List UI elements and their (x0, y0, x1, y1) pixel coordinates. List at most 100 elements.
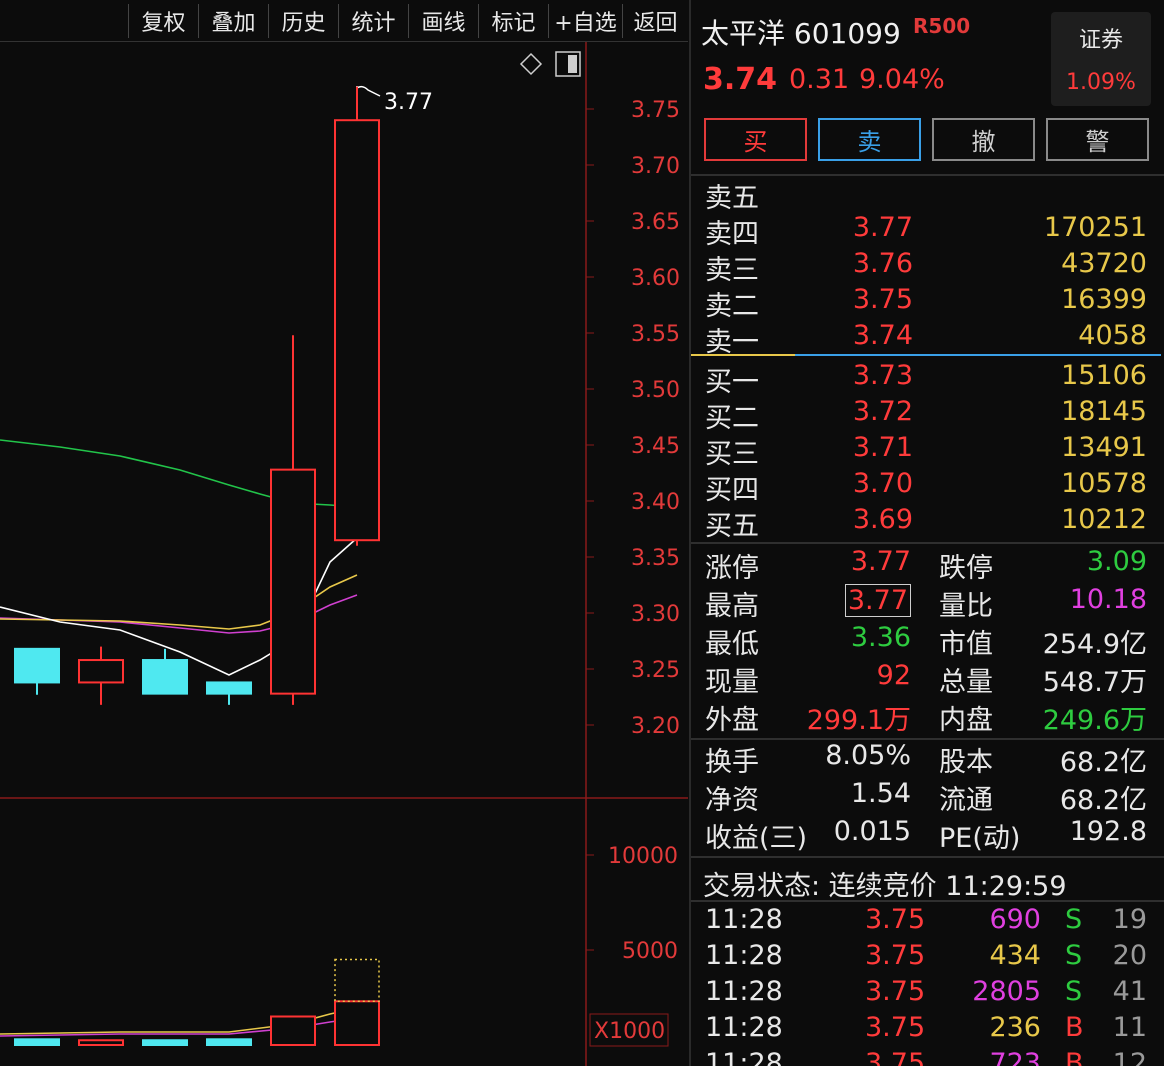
orderbook-price: 3.72 (852, 396, 913, 427)
tick-price: 3.75 (865, 976, 926, 1007)
tick-count: 11 (1112, 1012, 1147, 1043)
price-tick-label: 3.60 (631, 266, 680, 291)
toolbar-draw-button[interactable]: 画线 (408, 4, 478, 38)
buy-button[interactable]: 买 (704, 118, 807, 161)
divider (691, 900, 1164, 902)
panel-toggle-icon-fill (568, 55, 577, 73)
price-tick-label: 3.55 (631, 322, 680, 347)
stat-value: 548.7万 (1042, 667, 1147, 698)
orderbook-volume: 170251 (1043, 212, 1147, 243)
stat-value: 92 (876, 660, 911, 691)
orderbook-sell-row[interactable]: 卖一 3.74 4058 (691, 320, 1161, 358)
stat-value: 10.18 (1069, 584, 1147, 615)
stat-value: 192.8 (1069, 816, 1147, 847)
candle-body (270, 468, 316, 695)
orderbook-buy-row[interactable]: 买五 3.69 10212 (691, 504, 1161, 542)
price-alert-button[interactable]: 警 (1046, 118, 1149, 161)
stat-row: 现量 92 总量 548.7万 (691, 660, 1161, 698)
sector-card[interactable]: 证券 1.09% (1051, 12, 1151, 106)
price-change-pct: 9.04% (859, 64, 945, 95)
spread-divider-bid (691, 354, 795, 356)
stock-badge: R500 (913, 14, 971, 38)
orderbook-volume: 13491 (1061, 432, 1147, 463)
candle-body (334, 119, 380, 542)
orderbook-price: 3.71 (852, 432, 913, 463)
orderbook-sell-row[interactable]: 卖三 3.76 43720 (691, 248, 1161, 286)
stat-value: 0.015 (833, 816, 911, 847)
tick-row: 11:28 3.75 2805 S 41 (691, 976, 1161, 1012)
orderbook-buy-row[interactable]: 买三 3.71 13491 (691, 432, 1161, 470)
orderbook-volume: 15106 (1061, 360, 1147, 391)
peak-price-label: 3.77 (384, 90, 433, 115)
trade-status: 交易状态: 连续竞价 11:29:59 (703, 871, 1067, 902)
orderbook-sell-row[interactable]: 卖四 3.77 170251 (691, 212, 1161, 250)
tick-side: B (1065, 1048, 1084, 1066)
orderbook-price: 3.77 (852, 212, 913, 243)
orderbook-price: 3.70 (852, 468, 913, 499)
stat-label: 外盘 (705, 705, 759, 736)
volume-bar (206, 1038, 252, 1046)
stat-label: 流通 (939, 785, 993, 816)
orderbook-label: 买四 (705, 475, 759, 506)
tick-time: 11:28 (705, 976, 783, 1007)
orderbook-sell-row[interactable]: 卖五 (691, 176, 1161, 214)
volume-unit-label: X1000 (594, 1019, 665, 1044)
orderbook-buy-row[interactable]: 买一 3.73 15106 (691, 360, 1161, 398)
toolbar-mark-button[interactable]: 标记 (478, 4, 548, 38)
toolbar-add-watchlist-button[interactable]: +自选 (548, 4, 622, 38)
stat-label: 量比 (939, 591, 993, 622)
tick-side: S (1065, 940, 1083, 971)
kline-chart[interactable]: 3.77 3.75 3.70 3.65 3.60 3.55 3.50 3.45 3.40 3.3… (0, 42, 688, 1066)
stat-row: 换手 8.05% 股本 68.2亿 (691, 740, 1161, 778)
orderbook-label: 卖二 (705, 291, 759, 322)
stat-value: 299.1万 (806, 705, 911, 736)
orderbook-label: 卖五 (705, 183, 759, 214)
stat-label: 最低 (705, 629, 759, 660)
tick-count: 41 (1112, 976, 1147, 1007)
volume-bar (78, 1039, 124, 1046)
toolbar-overlay-button[interactable]: 叠加 (198, 4, 268, 38)
orderbook-buy-row[interactable]: 买四 3.70 10578 (691, 468, 1161, 506)
orderbook-label: 卖三 (705, 255, 759, 286)
stat-value: 8.05% (825, 740, 911, 771)
stat-value: 249.6万 (1042, 705, 1147, 736)
chart-toolbar: 复权 叠加 历史 统计 画线 标记 +自选 返回 (0, 0, 688, 42)
tick-time: 11:28 (705, 904, 783, 935)
orderbook-price: 3.74 (852, 320, 913, 351)
orderbook-volume: 18145 (1061, 396, 1147, 427)
tick-price: 3.75 (865, 1012, 926, 1043)
stat-value: 254.9亿 (1042, 629, 1147, 660)
tick-volume: 236 (989, 1012, 1041, 1043)
divider (691, 542, 1164, 544)
sell-button[interactable]: 卖 (818, 118, 921, 161)
sector-change-pct: 1.09% (1066, 70, 1136, 95)
tick-price: 3.75 (865, 904, 926, 935)
orderbook-price: 3.73 (852, 360, 913, 391)
stat-label: PE(动) (939, 823, 1021, 854)
kline-chart-area[interactable]: 3.77 3.75 3.70 3.65 3.60 3.55 3.50 3.45 3.40 3.3… (0, 42, 688, 1066)
cancel-order-button[interactable]: 撤 (932, 118, 1035, 161)
tick-count: 20 (1112, 940, 1147, 971)
toolbar-fuquan-button[interactable]: 复权 (128, 4, 198, 38)
tick-time: 11:28 (705, 1048, 783, 1066)
orderbook-sell-row[interactable]: 卖二 3.75 16399 (691, 284, 1161, 322)
price-tick-label: 3.30 (631, 602, 680, 627)
sector-name: 证券 (1078, 28, 1123, 53)
toolbar-history-button[interactable]: 历史 (268, 4, 338, 38)
tick-price: 3.75 (865, 1048, 926, 1066)
tick-count: 19 (1112, 904, 1147, 935)
stat-label: 净资 (705, 785, 759, 816)
volume-bar-projection (334, 958, 380, 1003)
candle-body (206, 681, 252, 695)
orderbook-buy-row[interactable]: 买二 3.72 18145 (691, 396, 1161, 434)
volume-tick-label: 10000 (608, 844, 678, 869)
diamond-icon[interactable] (519, 52, 543, 76)
toolbar-stats-button[interactable]: 统计 (338, 4, 408, 38)
candle-body (142, 659, 188, 695)
volume-bar (334, 1000, 380, 1046)
toolbar-back-button[interactable]: 返回 (622, 4, 688, 38)
orderbook-price: 3.75 (852, 284, 913, 315)
stat-label: 跌停 (939, 553, 993, 584)
stat-row: 最低 3.36 市值 254.9亿 (691, 622, 1161, 660)
tick-side: B (1065, 1012, 1084, 1043)
